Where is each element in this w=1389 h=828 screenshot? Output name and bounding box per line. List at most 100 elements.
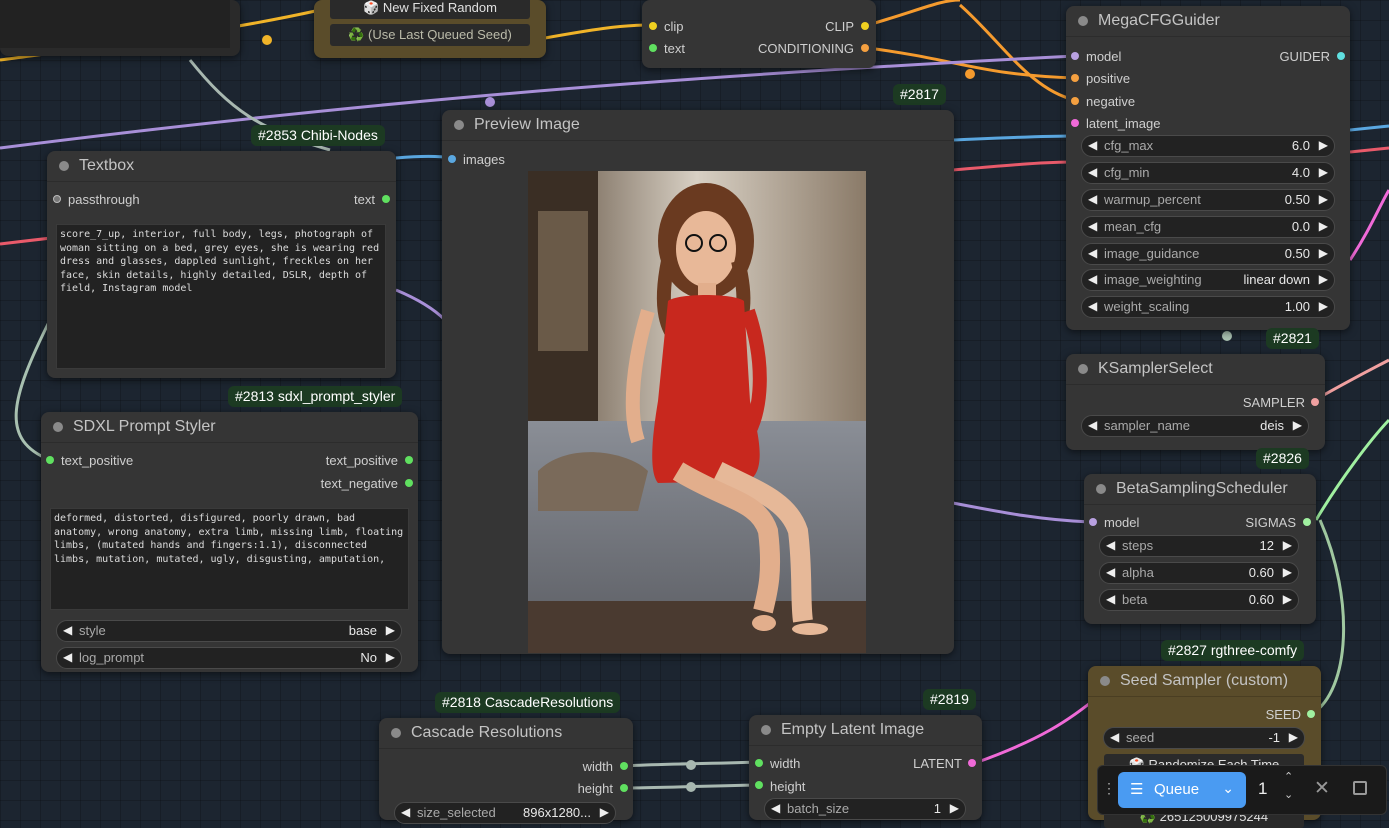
guider-output-pin[interactable] (1337, 52, 1345, 60)
prompt-textarea[interactable]: score_7_up, interior, full body, legs, p… (56, 224, 386, 369)
sdxl-prompt-styler-node[interactable]: SDXL Prompt Styler text_positive text_po… (41, 412, 418, 672)
node-header[interactable]: KSamplerSelect (1066, 354, 1325, 385)
megacfg-guider-node[interactable]: MegaCFGGuider model positive negative la… (1066, 6, 1350, 330)
text-positive-input-pin[interactable] (46, 456, 54, 464)
node-header[interactable]: BetaSamplingScheduler (1084, 474, 1316, 505)
node-header[interactable]: Cascade Resolutions (379, 718, 633, 749)
width-input-pin[interactable] (755, 759, 763, 767)
collapse-dot-icon[interactable] (1100, 676, 1110, 686)
chevron-down-icon[interactable]: ⌄ (1222, 780, 1234, 797)
decrement-arrow-icon[interactable]: ◀ (1106, 592, 1115, 606)
beta-widget[interactable]: ◀ beta 0.60 ▶ (1099, 589, 1299, 611)
images-input-pin[interactable] (448, 155, 456, 163)
increment-arrow-icon[interactable]: ▶ (1319, 165, 1328, 179)
increment-arrow-icon[interactable]: ▶ (1289, 730, 1298, 744)
use-last-seed-button[interactable]: ♻️ (Use Last Queued Seed) (330, 24, 530, 46)
text-negative-output-pin[interactable] (405, 479, 413, 487)
increment-arrow-icon[interactable]: ▶ (1319, 219, 1328, 233)
increment-arrow-icon[interactable]: ▶ (1283, 592, 1292, 606)
preview-photo[interactable] (528, 171, 866, 653)
close-icon[interactable]: ✕ (1314, 777, 1330, 800)
stop-icon[interactable] (1353, 781, 1367, 795)
steps-widget[interactable]: ◀ steps 12 ▶ (1099, 535, 1299, 557)
increment-arrow-icon[interactable]: ▶ (1283, 565, 1292, 579)
passthrough-input-pin[interactable] (53, 195, 61, 203)
clip-text-encode-node[interactable]: clip text CLIP CONDITIONING (642, 0, 876, 68)
decrement-arrow-icon[interactable]: ◀ (1088, 138, 1097, 152)
log-prompt-widget[interactable]: ◀ log_prompt No ▶ (56, 647, 402, 669)
decrement-arrow-icon[interactable]: ◀ (1088, 246, 1097, 260)
decrement-arrow-icon[interactable]: ◀ (1088, 219, 1097, 233)
beta-sampling-scheduler-node[interactable]: BetaSamplingScheduler model SIGMAS ◀ step… (1084, 474, 1316, 624)
model-input-pin[interactable] (1071, 52, 1079, 60)
empty-latent-image-node[interactable]: Empty Latent Image width height LATENT ◀… (749, 715, 982, 820)
increment-arrow-icon[interactable]: ▶ (1319, 272, 1328, 286)
decrement-arrow-icon[interactable]: ◀ (1088, 192, 1097, 206)
decrement-arrow-icon[interactable]: ◀ (1106, 538, 1115, 552)
collapse-dot-icon[interactable] (59, 161, 69, 171)
increment-arrow-icon[interactable]: ▶ (1319, 192, 1328, 206)
drag-handle-icon[interactable]: ⋮ (1102, 780, 1116, 797)
seed-control-node[interactable]: 🎲 New Fixed Random ♻️ (Use Last Queued S… (314, 0, 546, 58)
mean-cfg-widget[interactable]: ◀ mean_cfg 0.0 ▶ (1081, 216, 1335, 238)
cfg-max-widget[interactable]: ◀ cfg_max 6.0 ▶ (1081, 135, 1335, 157)
increment-arrow-icon[interactable]: ▶ (1283, 538, 1292, 552)
negative-prompt-textarea[interactable]: deformed, distorted, disfigured, poorly … (50, 508, 409, 610)
image-weighting-widget[interactable]: ◀ image_weighting linear down ▶ (1081, 269, 1335, 291)
alpha-widget[interactable]: ◀ alpha 0.60 ▶ (1099, 562, 1299, 584)
decrement-arrow-icon[interactable]: ◀ (1088, 299, 1097, 313)
node-header[interactable]: Seed Sampler (custom) (1088, 666, 1321, 697)
sampler-name-widget[interactable]: ◀ sampler_name deis ▶ (1081, 415, 1309, 437)
queue-button[interactable]: ☰ Queue ⌄ (1118, 772, 1246, 808)
clip-input-pin[interactable] (649, 22, 657, 30)
decrement-arrow-icon[interactable]: ◀ (1110, 730, 1119, 744)
increment-arrow-icon[interactable]: ▶ (1293, 418, 1302, 432)
collapse-dot-icon[interactable] (454, 120, 464, 130)
decrement-arrow-icon[interactable]: ◀ (1088, 165, 1097, 179)
increment-arrow-icon[interactable]: ▶ (600, 805, 609, 819)
height-output-pin[interactable] (620, 784, 628, 792)
model-input-pin[interactable] (1089, 518, 1097, 526)
text-input-pin[interactable] (649, 44, 657, 52)
weight-scaling-widget[interactable]: ◀ weight_scaling 1.00 ▶ (1081, 296, 1335, 318)
collapse-dot-icon[interactable] (761, 725, 771, 735)
decrement-arrow-icon[interactable]: ◀ (771, 801, 780, 815)
negative-input-pin[interactable] (1071, 97, 1079, 105)
decrement-arrow-icon[interactable]: ◀ (401, 805, 410, 819)
width-output-pin[interactable] (620, 762, 628, 770)
increment-chevron-icon[interactable]: ⌃ (1284, 770, 1293, 783)
positive-input-pin[interactable] (1071, 74, 1079, 82)
warmup-percent-widget[interactable]: ◀ warmup_percent 0.50 ▶ (1081, 189, 1335, 211)
ksampler-select-node[interactable]: KSamplerSelect SAMPLER ◀ sampler_name deis… (1066, 354, 1325, 450)
decrement-arrow-icon[interactable]: ◀ (1088, 418, 1097, 432)
decrement-arrow-icon[interactable]: ◀ (63, 650, 72, 664)
decrement-arrow-icon[interactable]: ◀ (1106, 565, 1115, 579)
text-positive-output-pin[interactable] (405, 456, 413, 464)
latent-input-pin[interactable] (1071, 119, 1079, 127)
queue-count[interactable]: 1 (1258, 779, 1267, 799)
cascade-resolutions-node[interactable]: Cascade Resolutions width height ◀ size_s… (379, 718, 633, 824)
decrement-chevron-icon[interactable]: ⌄ (1284, 788, 1293, 801)
decrement-arrow-icon[interactable]: ◀ (1088, 272, 1097, 286)
node-header[interactable]: SDXL Prompt Styler (41, 412, 418, 443)
collapse-dot-icon[interactable] (53, 422, 63, 432)
decrement-arrow-icon[interactable]: ◀ (63, 623, 72, 637)
clip-output-pin[interactable] (861, 22, 869, 30)
increment-arrow-icon[interactable]: ▶ (386, 650, 395, 664)
collapse-dot-icon[interactable] (1078, 364, 1088, 374)
latent-output-pin[interactable] (968, 759, 976, 767)
increment-arrow-icon[interactable]: ▶ (950, 801, 959, 815)
increment-arrow-icon[interactable]: ▶ (1319, 246, 1328, 260)
size-selected-widget[interactable]: ◀ size_selected 896x1280... ▶ (394, 802, 616, 824)
seed-widget[interactable]: ◀ seed -1 ▶ (1103, 727, 1305, 749)
sigmas-output-pin[interactable] (1303, 518, 1311, 526)
node-fragment-topleft[interactable] (0, 0, 240, 56)
node-header[interactable]: Preview Image (442, 110, 954, 141)
seed-output-pin[interactable] (1307, 710, 1315, 718)
conditioning-output-pin[interactable] (861, 44, 869, 52)
image-guidance-widget[interactable]: ◀ image_guidance 0.50 ▶ (1081, 243, 1335, 265)
collapse-dot-icon[interactable] (1096, 484, 1106, 494)
text-output-pin[interactable] (382, 195, 390, 203)
collapse-dot-icon[interactable] (391, 728, 401, 738)
preview-image-node[interactable]: Preview Image images (442, 110, 954, 654)
